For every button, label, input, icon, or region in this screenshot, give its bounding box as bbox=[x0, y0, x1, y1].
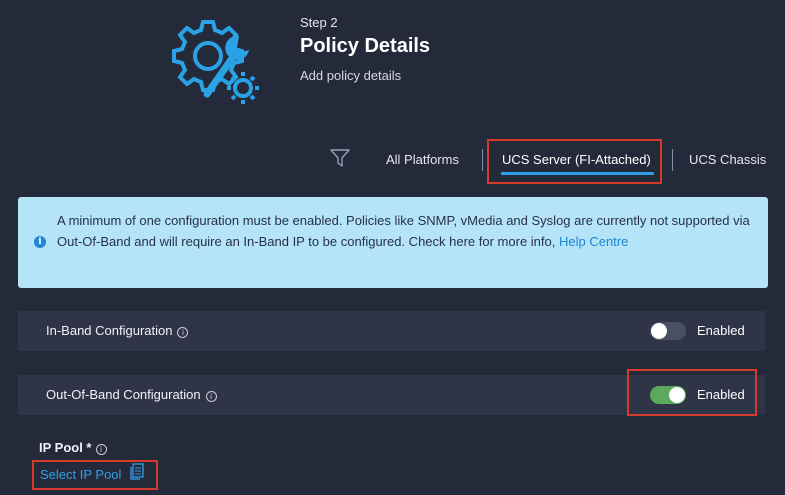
tab-all-platforms[interactable]: All Platforms bbox=[386, 152, 459, 167]
help-centre-link[interactable]: Help Centre bbox=[559, 234, 628, 249]
settings-gear-wrench-icon bbox=[172, 20, 259, 104]
highlight-box-ip-pool bbox=[32, 460, 158, 490]
info-circle-icon[interactable]: i bbox=[177, 327, 189, 338]
ip-pool-label: IP Pool * i bbox=[39, 440, 107, 455]
tab-ucs-chassis[interactable]: UCS Chassis bbox=[689, 152, 766, 167]
page-title: Policy Details bbox=[300, 35, 431, 57]
tab-divider bbox=[482, 149, 483, 171]
page-subtitle: Add policy details bbox=[300, 68, 402, 83]
oob-configuration-text: Out-Of-Band Configuration bbox=[46, 387, 201, 402]
inband-configuration-text: In-Band Configuration bbox=[46, 323, 173, 338]
highlight-box-toggle bbox=[627, 369, 757, 416]
inband-toggle[interactable] bbox=[650, 322, 686, 340]
highlight-box-tab bbox=[487, 139, 662, 184]
info-icon: i bbox=[34, 236, 46, 248]
info-banner-text: A minimum of one configuration must be e… bbox=[57, 211, 757, 252]
info-banner-message: A minimum of one configuration must be e… bbox=[57, 213, 750, 249]
info-circle-icon[interactable]: i bbox=[95, 444, 107, 455]
tab-divider bbox=[672, 149, 673, 171]
inband-configuration-row: In-Band Configuration i Enabled bbox=[18, 311, 765, 351]
filter-icon[interactable] bbox=[330, 148, 350, 168]
oob-configuration-label: Out-Of-Band Configuration i bbox=[46, 387, 217, 402]
inband-configuration-label: In-Band Configuration i bbox=[46, 323, 189, 338]
toggle-knob bbox=[651, 323, 667, 339]
inband-toggle-label: Enabled bbox=[697, 323, 745, 338]
step-label: Step 2 bbox=[300, 15, 338, 30]
ip-pool-label-text: IP Pool * bbox=[39, 440, 92, 455]
info-circle-icon[interactable]: i bbox=[205, 391, 217, 402]
